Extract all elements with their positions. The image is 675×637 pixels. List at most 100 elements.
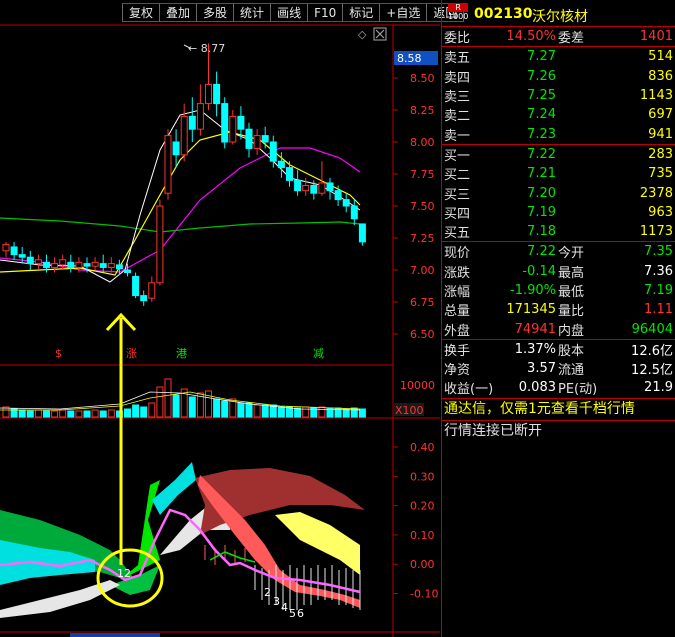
candle	[245, 122, 253, 158]
lower-label-6: 6	[297, 607, 304, 620]
indicator-axis-label: 0.30	[410, 470, 435, 483]
white-band	[0, 580, 120, 618]
volume-bar	[318, 406, 326, 418]
candle	[188, 97, 196, 142]
volume-bar	[164, 378, 172, 418]
circle-label-1: 1	[117, 567, 124, 580]
candlesticks	[2, 43, 366, 306]
high-price-marker: ← 8.77	[188, 42, 225, 55]
candle	[18, 246, 26, 264]
connection-status: 行情连接已断开	[442, 419, 675, 441]
volume-bar	[91, 409, 99, 418]
indicator-axis-label: 0.10	[410, 529, 435, 542]
volume-bar	[132, 404, 140, 418]
volume-bar	[59, 409, 67, 418]
bid-row[interactable]: 买三 7.20 2378	[442, 183, 675, 203]
candle	[132, 272, 140, 299]
indicator-axis: 0.40 0.30 0.20 0.10 0.00 -0.10	[393, 441, 438, 601]
lower-label-3: 3	[273, 595, 280, 608]
volume-bar	[75, 410, 83, 418]
ma5-line	[0, 109, 361, 283]
volume-bars	[2, 378, 366, 418]
price-axis-label: 7.00	[410, 264, 435, 277]
bid-row[interactable]: 买四 7.19 963	[442, 203, 675, 222]
indicator-axis-label: -0.10	[410, 588, 438, 601]
candle	[342, 193, 350, 213]
indicator-axis-label: 0.00	[410, 558, 435, 571]
volume-bar	[43, 410, 50, 418]
ask-row[interactable]: 卖二 7.24 697	[442, 105, 675, 124]
candle	[99, 254, 107, 273]
candle	[221, 97, 229, 149]
volume-bar	[221, 400, 229, 418]
lower-label-4: 4	[281, 601, 288, 614]
candle	[261, 126, 269, 149]
quote-stats: 现价 7.22 今开 7.35 涨跌 -0.14 最高 7.36 涨幅 -1.90% 最低 7.1…	[442, 242, 675, 340]
bid-book: 买一 7.22 283 买二 7.21 735 买三 7.20 2378 买四 7.19 963…	[442, 145, 675, 243]
candle	[34, 254, 42, 270]
candle	[229, 110, 237, 145]
volume-bar	[124, 408, 131, 418]
candle	[213, 71, 221, 117]
event-marker-dollar[interactable]: $	[55, 347, 62, 360]
candle	[59, 254, 67, 270]
indicator-axis-label: 0.20	[410, 500, 435, 513]
kline-chart[interactable]: ◇ 8.50 8.25 8.00 7.75 7.50 7.25 7.00 6.75 6.50 8…	[0, 0, 440, 637]
bid-row[interactable]: 买一 7.22 283	[442, 145, 675, 164]
ask-row[interactable]: 卖三 7.25 1143	[442, 86, 675, 105]
ask-row[interactable]: 卖一 7.23 941	[442, 124, 675, 144]
candle	[2, 241, 10, 258]
candle	[180, 103, 188, 162]
candle	[358, 223, 366, 246]
fund-row: 净资 3.57 流通 12.5亿	[444, 361, 673, 379]
candle	[67, 254, 75, 273]
event-marker-rise[interactable]: 涨	[126, 347, 137, 360]
volume-bar	[107, 409, 115, 418]
candle	[148, 276, 156, 302]
price-axis-label: 7.25	[410, 232, 435, 245]
lower-label-5: 5	[289, 607, 296, 620]
price-axis-label: 7.75	[410, 168, 435, 181]
fund-row: 收益(一) 0.083 PE(动) 21.9	[444, 380, 673, 398]
price-axis-label: 6.50	[410, 328, 435, 341]
volume-bar	[261, 404, 269, 418]
price-axis-label: 7.50	[410, 200, 435, 213]
stock-code[interactable]: 002130	[474, 6, 532, 22]
moving-averages	[0, 109, 361, 283]
candle	[196, 84, 204, 136]
quote-row: 外盘 74941 内盘 96404	[444, 321, 673, 339]
indicator-bands	[0, 462, 365, 618]
cyan-spike	[152, 462, 196, 515]
candle	[294, 170, 302, 196]
candle	[91, 257, 99, 270]
ma20-line	[0, 147, 361, 273]
candle	[164, 129, 172, 200]
volume-bar	[18, 409, 26, 418]
event-marker-hk[interactable]: 港	[176, 347, 187, 360]
price-axis-label: 8.00	[410, 136, 435, 149]
price-axis-label: 8.50	[410, 72, 435, 85]
green-spike	[120, 480, 160, 580]
price-axis: 8.50 8.25 8.00 7.75 7.50 7.25 7.00 6.75 6.50	[393, 72, 435, 341]
volume-bar	[156, 386, 164, 418]
rights-badge: R 1000	[448, 3, 469, 21]
ask-row[interactable]: 卖五 7.27 514	[442, 47, 675, 66]
ask-row[interactable]: 卖四 7.26 836	[442, 67, 675, 86]
ask-book: 卖五 7.27 514 卖四 7.26 836 卖三 7.25 1143 卖二 7.24 697…	[442, 47, 675, 145]
volume-bar	[140, 406, 148, 418]
candle	[26, 250, 34, 270]
promo-notice[interactable]: 通达信，仅需1元查看千档行情	[442, 399, 675, 420]
volume-bar	[51, 410, 59, 418]
bid-row[interactable]: 买二 7.21 735	[442, 164, 675, 183]
quote-panel: R 1000 002130 沃尔核材 委比 14.50% 委差 1401 卖五 7…	[441, 0, 675, 637]
settings-diamond-icon[interactable]: ◇	[358, 28, 367, 41]
stock-name[interactable]: 沃尔核材	[532, 6, 588, 26]
fundamentals: 换手 1.37% 股本 12.6亿 净资 3.57 流通 12.5亿 收益(一) 0.083 P…	[442, 340, 675, 399]
volume-bar	[213, 398, 221, 418]
bid-row[interactable]: 买五 7.18 1173	[442, 222, 675, 241]
volume-bar	[83, 410, 91, 418]
event-marker-reduce[interactable]: 减	[313, 347, 324, 360]
volume-bar	[34, 409, 42, 418]
candle	[302, 177, 310, 196]
volume-bar	[237, 402, 245, 418]
